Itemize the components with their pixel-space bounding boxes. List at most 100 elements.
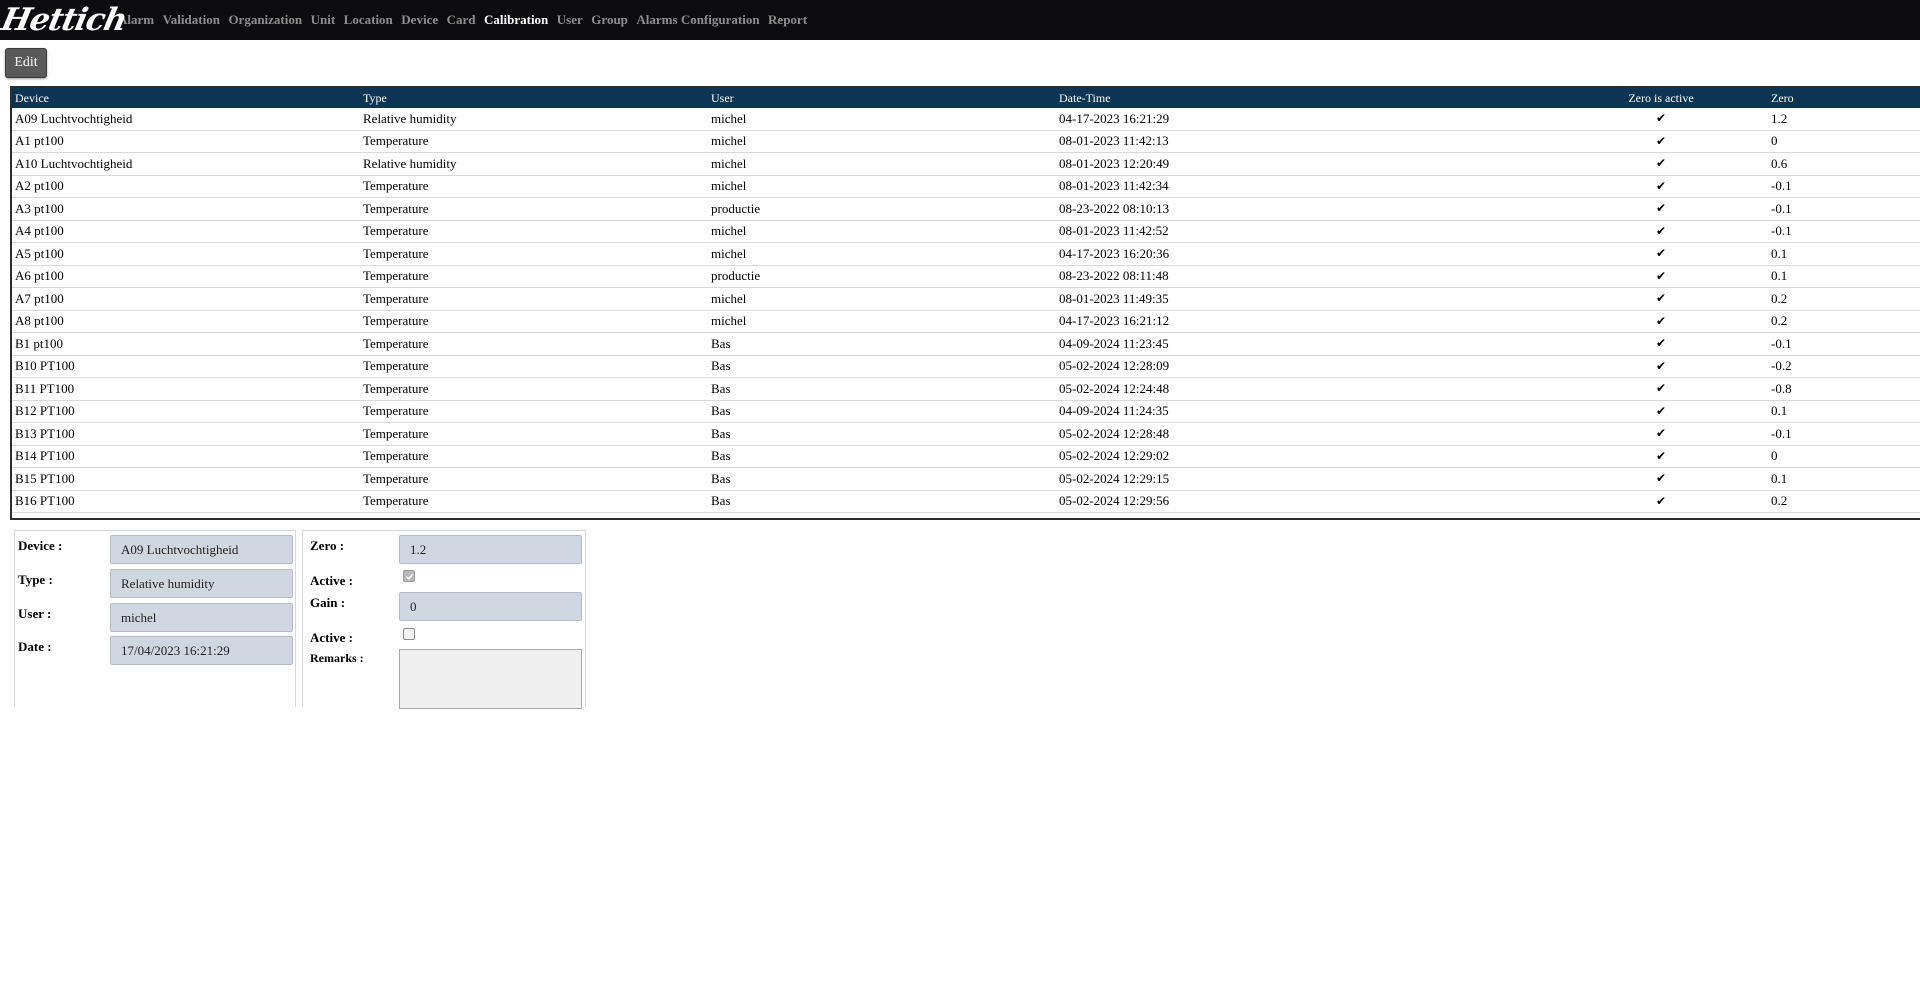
- cell-user: Bas: [708, 377, 1056, 401]
- type-field[interactable]: Relative humidity: [110, 569, 293, 598]
- cell-type: Temperature: [360, 310, 708, 333]
- table-row[interactable]: B11 PT100 Temperature Bas 05-02-2024 12:24:…: [12, 377, 1920, 401]
- zero-label: Zero :: [310, 538, 345, 553]
- detail-panel-info: Device : A09 Luchtvochtigheid Type : Rel…: [14, 530, 296, 707]
- check-icon: ✔: [1655, 291, 1667, 306]
- cell-datetime: 08-01-2023 11:49:35: [1056, 287, 1554, 311]
- cell-zero: 0.1: [1768, 242, 1920, 266]
- nav-item-card[interactable]: Card: [447, 12, 476, 28]
- cell-zero-is-active: ✔: [1554, 287, 1768, 311]
- cell-type: Temperature: [360, 377, 708, 401]
- table-row[interactable]: B12 PT100 Temperature Bas 04-09-2024 11:24:…: [12, 400, 1920, 423]
- cell-zero-is-active: ✔: [1554, 130, 1768, 153]
- nav-item-calibration[interactable]: Calibration: [484, 12, 548, 28]
- column-header-zero-is-active[interactable]: Zero is active: [1554, 88, 1768, 108]
- cell-zero: -0.8: [1768, 377, 1920, 401]
- check-icon: ✔: [1655, 111, 1667, 126]
- cell-type: Temperature: [360, 287, 708, 311]
- table-row[interactable]: B13 PT100 Temperature Bas 05-02-2024 12:28:…: [12, 422, 1920, 446]
- cell-type: Temperature: [360, 400, 708, 423]
- cell-datetime: 04-17-2023 16:21:12: [1056, 310, 1554, 333]
- cell-device: A1 pt100: [12, 130, 360, 153]
- cell-user: michel: [708, 152, 1056, 176]
- column-header-datetime[interactable]: Date-Time: [1056, 88, 1554, 108]
- table-row[interactable]: A09 Luchtvochtigheid Relative humidity mic…: [12, 108, 1920, 131]
- nav-item-report[interactable]: Report: [768, 12, 807, 28]
- cell-device: B10 PT100: [12, 355, 360, 378]
- nav-item-device[interactable]: Device: [401, 12, 438, 28]
- table-row[interactable]: A1 pt100 Temperature michel 08-01-2023 11:4…: [12, 130, 1920, 153]
- zero-field[interactable]: 1.2: [399, 535, 582, 564]
- cell-zero-is-active: ✔: [1554, 355, 1768, 378]
- cell-zero-is-active: ✔: [1554, 152, 1768, 176]
- user-field[interactable]: michel: [110, 603, 293, 632]
- column-header-device[interactable]: Device: [12, 88, 360, 108]
- cell-zero: 0.2: [1768, 310, 1920, 333]
- cell-device: B11 PT100: [12, 377, 360, 401]
- remarks-textarea[interactable]: [399, 649, 582, 709]
- cell-zero-is-active: ✔: [1554, 400, 1768, 423]
- cell-device: A6 pt100: [12, 265, 360, 288]
- nav-item-alarms-configuration[interactable]: Alarms Configuration: [636, 12, 759, 28]
- cell-type: Temperature: [360, 467, 708, 491]
- cell-device: A5 pt100: [12, 242, 360, 266]
- checkmark-icon: [405, 573, 413, 580]
- cell-zero: 0: [1768, 130, 1920, 153]
- cell-zero-is-active: ✔: [1554, 220, 1768, 243]
- check-icon: ✔: [1655, 381, 1667, 396]
- table-row[interactable]: B16 PT100 Temperature Bas 05-02-2024 12:29:…: [12, 490, 1920, 513]
- table-header-row: Device Type User Date-Time Zero is activ…: [12, 88, 1920, 108]
- nav-item-unit[interactable]: Unit: [311, 12, 336, 28]
- cell-datetime: 08-01-2023 12:20:49: [1056, 152, 1554, 176]
- column-header-user[interactable]: User: [708, 88, 1056, 108]
- zero-active-checkbox[interactable]: [403, 570, 415, 582]
- cell-device: A09 Luchtvochtigheid: [12, 108, 360, 131]
- nav-item-validation[interactable]: Validation: [163, 12, 220, 28]
- cell-zero: 0.6: [1768, 152, 1920, 176]
- cell-user: michel: [708, 220, 1056, 243]
- table-row[interactable]: B10 PT100 Temperature Bas 05-02-2024 12:28:…: [12, 355, 1920, 378]
- nav-item-organization[interactable]: Organization: [228, 12, 302, 28]
- cell-zero-is-active: ✔: [1554, 265, 1768, 288]
- gain-active-checkbox[interactable]: [403, 628, 415, 640]
- nav-item-user[interactable]: User: [557, 12, 583, 28]
- cell-device: A2 pt100: [12, 175, 360, 198]
- edit-button[interactable]: Edit: [5, 48, 47, 78]
- table-row[interactable]: A10 Luchtvochtigheid Relative humidity mic…: [12, 152, 1920, 176]
- cell-datetime: 04-09-2024 11:23:45: [1056, 332, 1554, 356]
- table-row[interactable]: B1 pt100 Temperature Bas 04-09-2024 11:23:4…: [12, 332, 1920, 356]
- remarks-label: Remarks :: [310, 651, 364, 665]
- table-row[interactable]: A2 pt100 Temperature michel 08-01-2023 11:4…: [12, 175, 1920, 198]
- nav-item-location[interactable]: Location: [344, 12, 393, 28]
- date-field[interactable]: 17/04/2023 16:21:29: [110, 636, 293, 665]
- cell-user: michel: [708, 175, 1056, 198]
- check-icon: ✔: [1655, 178, 1667, 193]
- cell-zero: 0.1: [1768, 265, 1920, 288]
- table-row[interactable]: A5 pt100 Temperature michel 04-17-2023 16:2…: [12, 242, 1920, 266]
- table-row[interactable]: A8 pt100 Temperature michel 04-17-2023 16:2…: [12, 310, 1920, 333]
- column-header-zero[interactable]: Zero: [1768, 88, 1920, 108]
- gain-field[interactable]: 0: [399, 592, 582, 621]
- cell-datetime: 08-01-2023 11:42:34: [1056, 175, 1554, 198]
- cell-zero-is-active: ✔: [1554, 108, 1768, 131]
- check-icon: ✔: [1655, 358, 1667, 373]
- cell-device: B15 PT100: [12, 467, 360, 491]
- cell-datetime: 08-01-2023 11:42:13: [1056, 130, 1554, 153]
- hettich-logo[interactable]: Hettich: [0, 0, 130, 40]
- cell-datetime: 05-02-2024 12:29:02: [1056, 445, 1554, 468]
- nav-item-group[interactable]: Group: [591, 12, 628, 28]
- cell-datetime: 04-09-2024 11:24:35: [1056, 400, 1554, 423]
- cell-user: Bas: [708, 490, 1056, 513]
- cell-device: A3 pt100: [12, 197, 360, 221]
- device-field[interactable]: A09 Luchtvochtigheid: [110, 535, 293, 564]
- table-row[interactable]: A7 pt100 Temperature michel 08-01-2023 11:4…: [12, 287, 1920, 311]
- table-row[interactable]: A4 pt100 Temperature michel 08-01-2023 11:4…: [12, 220, 1920, 243]
- cell-type: Temperature: [360, 490, 708, 513]
- table-row[interactable]: A6 pt100 Temperature productie 08-23-2022 0…: [12, 265, 1920, 288]
- table-row[interactable]: A3 pt100 Temperature productie 08-23-2022 0…: [12, 197, 1920, 221]
- table-row[interactable]: B14 PT100 Temperature Bas 05-02-2024 12:29:…: [12, 445, 1920, 468]
- cell-zero-is-active: ✔: [1554, 490, 1768, 513]
- cell-zero-is-active: ✔: [1554, 242, 1768, 266]
- table-row[interactable]: B15 PT100 Temperature Bas 05-02-2024 12:29:…: [12, 467, 1920, 491]
- column-header-type[interactable]: Type: [360, 88, 708, 108]
